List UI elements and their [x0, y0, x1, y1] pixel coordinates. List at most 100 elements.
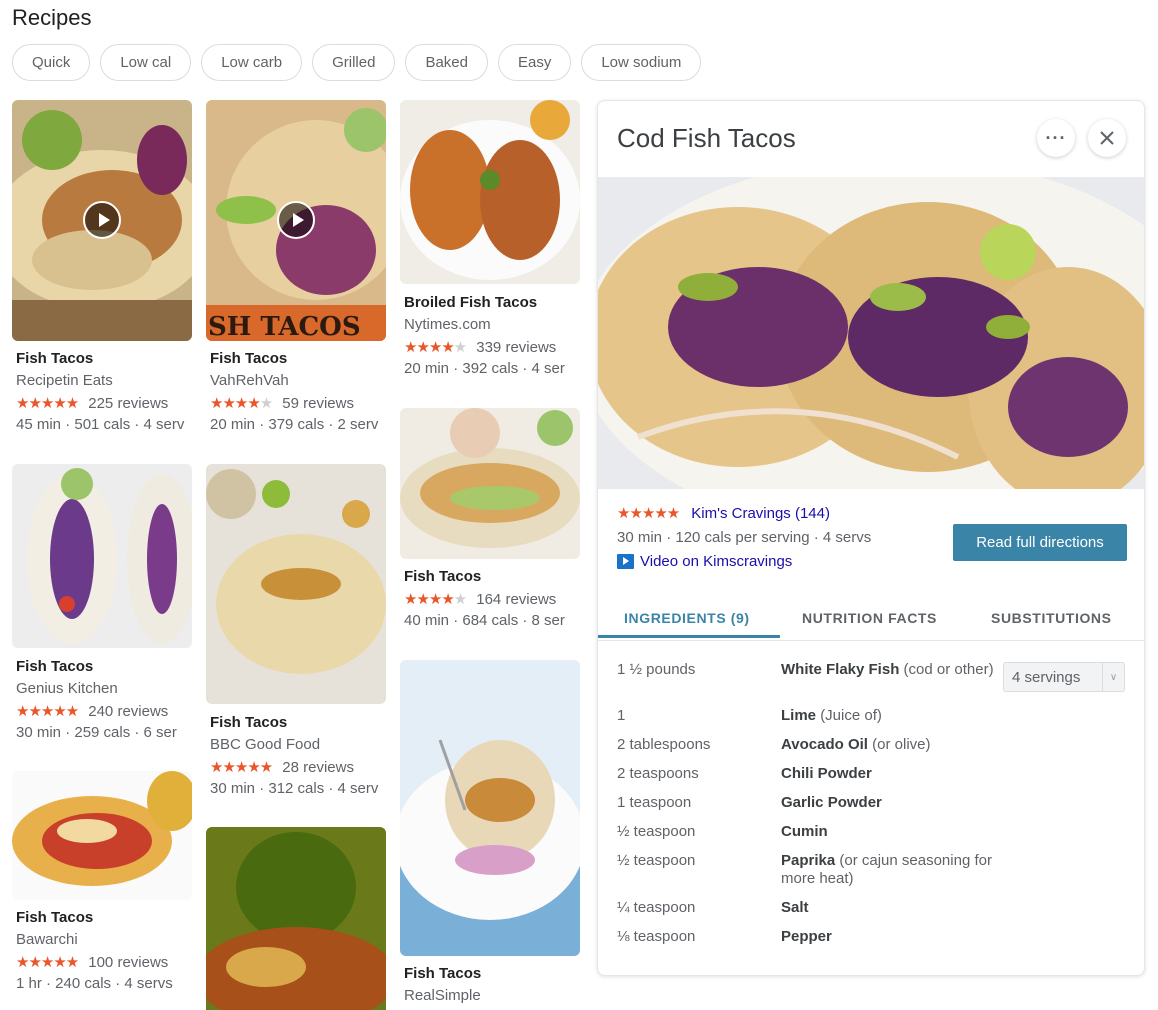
- star-rating-icon: ★★★★★: [16, 954, 79, 971]
- chip-low-sodium[interactable]: Low sodium: [581, 44, 702, 81]
- servings-value: 4 servings: [1012, 668, 1081, 686]
- recipe-image[interactable]: [12, 100, 192, 341]
- review-count: 240 reviews: [88, 702, 169, 720]
- ingredient-name: Garlic Powder: [781, 794, 882, 811]
- detail-rating: ★★★★★ Kim's Cravings (144): [617, 504, 830, 523]
- ingredient-name: Cumin: [781, 823, 828, 840]
- close-button[interactable]: [1088, 119, 1126, 157]
- star-rating-icon: ★★★★★: [210, 395, 273, 412]
- star-rating-icon: ★★★★★: [617, 505, 680, 522]
- recipe-rating: ★★★★★ 100 reviews: [16, 953, 169, 972]
- recipe-title[interactable]: Broiled Fish Tacos: [404, 294, 537, 311]
- review-count: 28 reviews: [282, 758, 354, 776]
- chip-quick[interactable]: Quick: [12, 44, 91, 81]
- more-options-button[interactable]: ···: [1037, 119, 1075, 157]
- recipe-source: Bawarchi: [16, 931, 78, 948]
- filter-chips: Quick Low cal Low carb Grilled Baked Eas…: [12, 44, 702, 81]
- recipe-title[interactable]: Fish Tacos: [16, 909, 93, 926]
- ingredient-name: Avocado Oil (or olive): [781, 736, 931, 753]
- ingredient-name: Lime (Juice of): [781, 707, 882, 724]
- recipe-title[interactable]: Fish Tacos: [16, 658, 93, 675]
- recipe-rating: ★★★★★ 339 reviews: [404, 338, 557, 357]
- play-icon[interactable]: [83, 201, 121, 239]
- recipe-rating: ★★★★★ 59 reviews: [210, 394, 354, 413]
- recipe-image[interactable]: SH TACOS: [206, 100, 386, 341]
- video-link[interactable]: Video on Kimscravings: [640, 553, 792, 570]
- video-icon: [617, 554, 634, 569]
- review-count: 100 reviews: [88, 953, 169, 971]
- star-rating-icon: ★★★★★: [16, 395, 79, 412]
- more-icon: ···: [1045, 127, 1067, 148]
- ingredient-quantity: ⅛ teaspoon: [617, 928, 696, 945]
- ingredient-quantity: ½ teaspoon: [617, 823, 696, 840]
- ingredient-name: Salt: [781, 899, 809, 916]
- recipe-title[interactable]: Fish Tacos: [404, 568, 481, 585]
- video-link-row[interactable]: Video on Kimscravings: [617, 553, 792, 570]
- ingredient-name: Chili Powder: [781, 765, 872, 782]
- recipe-rating: ★★★★★ 225 reviews: [16, 394, 169, 413]
- ingredient-quantity: 2 tablespoons: [617, 736, 711, 753]
- recipe-image[interactable]: [12, 771, 192, 900]
- page-title: Recipes: [12, 5, 92, 30]
- chevron-down-icon: ∨: [1102, 663, 1124, 691]
- play-icon[interactable]: [277, 201, 315, 239]
- recipe-source: Nytimes.com: [404, 316, 491, 333]
- recipe-image[interactable]: [206, 827, 386, 1010]
- star-rating-icon: ★★★★★: [210, 759, 273, 776]
- servings-select[interactable]: 4 servings ∨: [1003, 662, 1125, 692]
- recipe-meta: 1 hr · 240 cals · 4 servs: [16, 975, 173, 992]
- recipe-title[interactable]: Fish Tacos: [210, 714, 287, 731]
- source-link[interactable]: Kim's Cravings (144): [691, 505, 830, 522]
- star-rating-icon: ★★★★★: [404, 591, 467, 608]
- recipe-source: RealSimple: [404, 987, 481, 1004]
- recipe-meta: 30 min · 312 cals · 4 serv: [210, 780, 379, 797]
- detail-hero-image[interactable]: [598, 157, 1144, 537]
- recipe-source: Genius Kitchen: [16, 680, 118, 697]
- recipe-detail-panel: Cod Fish Tacos ··· ★★★★★ Kim's Cravings …: [597, 100, 1145, 976]
- recipe-rating: ★★★★★ 28 reviews: [210, 758, 354, 777]
- review-count: 225 reviews: [88, 394, 169, 412]
- recipe-meta: 40 min · 684 cals · 8 ser: [404, 612, 565, 629]
- review-count: 59 reviews: [282, 394, 354, 412]
- recipe-title[interactable]: Fish Tacos: [16, 350, 93, 367]
- ingredient-quantity: 1 teaspoon: [617, 794, 692, 811]
- ingredient-quantity: ¼ teaspoon: [617, 899, 696, 916]
- recipe-source: Recipetin Eats: [16, 372, 113, 389]
- review-count: 164 reviews: [476, 590, 557, 608]
- recipe-source: VahRehVah: [210, 372, 289, 389]
- recipe-title[interactable]: Fish Tacos: [210, 350, 287, 367]
- recipe-image[interactable]: [400, 100, 580, 284]
- image-overlay-text: SH TACOS: [208, 312, 361, 341]
- recipe-image[interactable]: [400, 408, 580, 559]
- ingredient-quantity: 2 teaspoons: [617, 765, 699, 782]
- recipe-image[interactable]: [12, 464, 192, 648]
- chip-easy[interactable]: Easy: [497, 44, 572, 81]
- ingredient-name: Paprika (or cajun seasoning for more hea…: [781, 852, 992, 887]
- close-icon: [1100, 131, 1114, 145]
- star-rating-icon: ★★★★★: [16, 703, 79, 720]
- recipe-rating: ★★★★★ 164 reviews: [404, 590, 557, 609]
- review-count: 339 reviews: [476, 338, 557, 356]
- ingredient-name: Pepper: [781, 928, 832, 945]
- recipe-image[interactable]: [400, 660, 580, 956]
- tab-nutrition-facts[interactable]: NUTRITION FACTS: [802, 595, 937, 641]
- recipe-meta: 45 min · 501 cals · 4 serv: [16, 416, 185, 433]
- star-rating-icon: ★★★★★: [404, 339, 467, 356]
- recipe-meta: 20 min · 379 cals · 2 serv: [210, 416, 379, 433]
- chip-low-cal[interactable]: Low cal: [100, 44, 192, 81]
- ingredient-name: White Flaky Fish (cod or other): [781, 661, 994, 678]
- active-tab-indicator: [598, 635, 780, 638]
- chip-baked[interactable]: Baked: [405, 44, 488, 81]
- recipe-meta: 30 min · 259 cals · 6 ser: [16, 724, 177, 741]
- recipe-title[interactable]: Fish Tacos: [404, 965, 481, 982]
- recipe-image[interactable]: [206, 464, 386, 704]
- chip-low-carb[interactable]: Low carb: [201, 44, 303, 81]
- read-full-directions-button[interactable]: Read full directions: [953, 524, 1127, 561]
- tab-substitutions[interactable]: SUBSTITUTIONS: [991, 595, 1112, 641]
- ingredient-quantity: 1 ½ pounds: [617, 661, 696, 678]
- recipe-rating: ★★★★★ 240 reviews: [16, 702, 169, 721]
- detail-title: Cod Fish Tacos: [617, 123, 796, 153]
- detail-meta: 30 min · 120 cals per serving · 4 servs: [617, 529, 872, 546]
- recipe-source: BBC Good Food: [210, 736, 321, 753]
- chip-grilled[interactable]: Grilled: [312, 44, 396, 81]
